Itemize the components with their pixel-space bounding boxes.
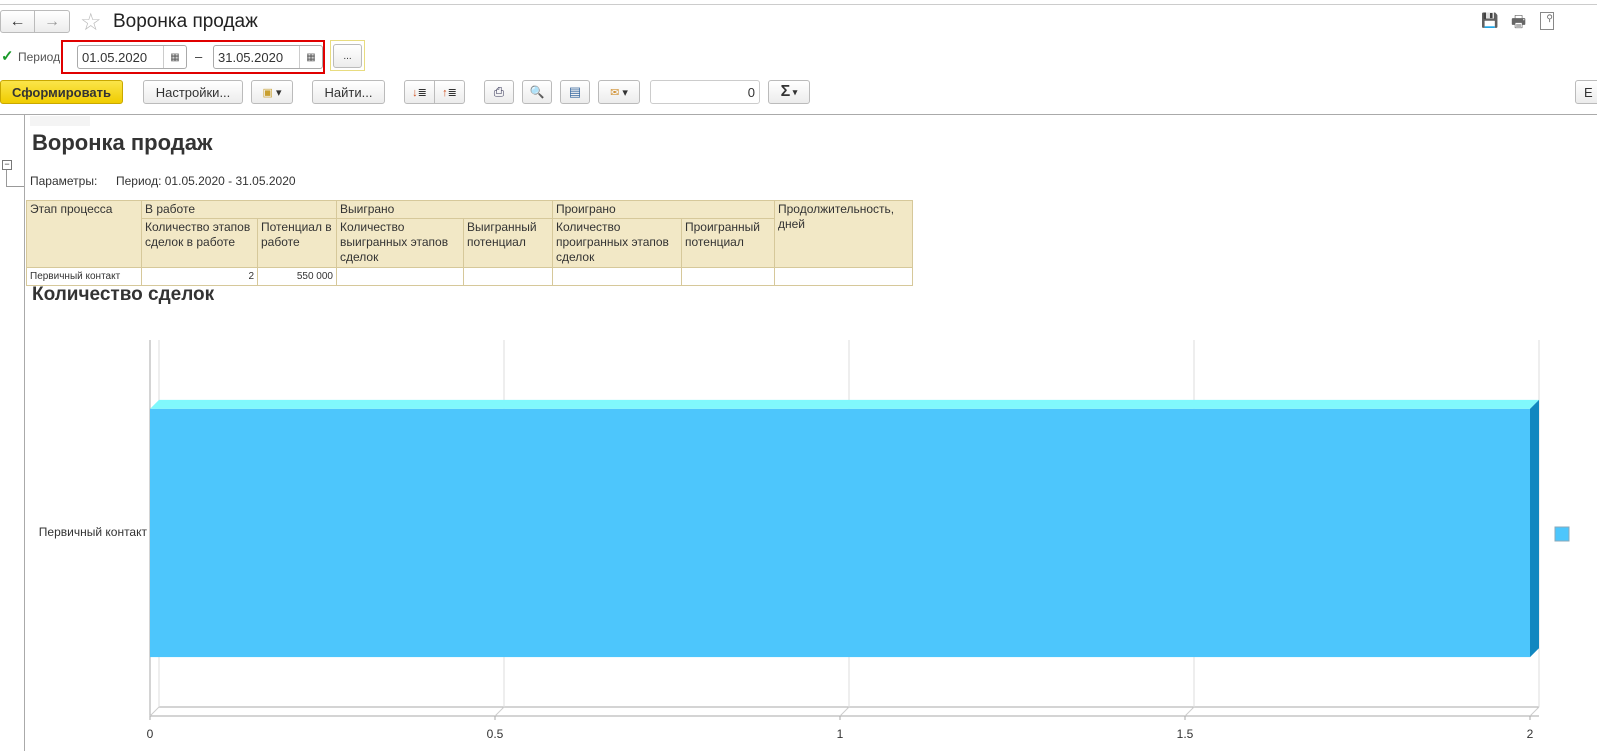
grid-floor-line	[1184, 706, 1195, 717]
grid-floor-line	[839, 706, 850, 717]
legend-swatch	[1554, 526, 1570, 542]
grid-floor-line	[1529, 706, 1540, 717]
grid-floor-line	[494, 706, 505, 717]
x-tick-label: 1	[837, 727, 844, 741]
bar	[150, 408, 1530, 658]
category-label: Первичный контакт	[39, 525, 148, 539]
x-tick-label: 1.5	[1177, 727, 1194, 741]
grid-floor-line	[149, 706, 160, 717]
x-tick-label: 2	[1527, 727, 1534, 741]
x-tick-label: 0	[147, 727, 154, 741]
x-tick-label: 0.5	[487, 727, 504, 741]
bar-side-face	[1530, 399, 1539, 658]
bar-top-face	[150, 399, 1539, 409]
bar-chart: 0 0.5 1 1.5 2 Первичный контакт	[39, 340, 1570, 741]
